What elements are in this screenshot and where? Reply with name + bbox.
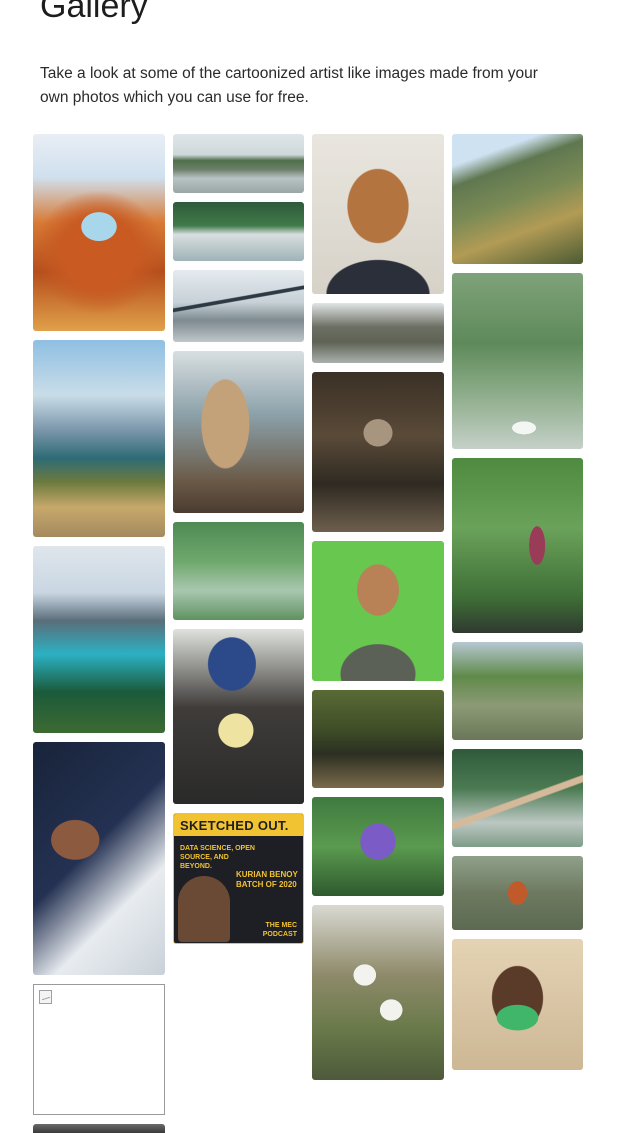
gallery-image-owl[interactable] xyxy=(312,372,444,532)
poster-footer: THE MEC PODCAST xyxy=(262,922,297,938)
gallery-image-arch[interactable] xyxy=(33,134,165,331)
poster-portrait xyxy=(178,876,230,942)
gallery-image-camel[interactable] xyxy=(173,351,304,513)
poster-tagline: DATA SCIENCE, OPEN SOURCE, AND BEYOND. xyxy=(180,845,255,870)
gallery-image-podcast-poster[interactable]: SKETCHED OUT. DATA SCIENCE, OPEN SOURCE,… xyxy=(173,813,304,944)
gallery-image-portrait[interactable] xyxy=(312,134,444,294)
gallery-image-orchid[interactable] xyxy=(312,905,444,1080)
gallery-image-snow-selfie[interactable] xyxy=(33,742,165,975)
gallery-image-certificate[interactable] xyxy=(173,629,304,804)
gallery-column-4 xyxy=(452,134,583,1079)
gallery-image-bridge[interactable] xyxy=(173,270,304,342)
gallery-intro: Take a look at some of the cartoonized a… xyxy=(40,65,538,106)
poster-guest-name: KURIAN BENOY xyxy=(236,870,298,879)
poster-guest: KURIAN BENOY BATCH OF 2020 xyxy=(236,870,303,890)
gallery-image-forest-path[interactable] xyxy=(173,522,304,620)
gallery-image-turquoise-lake[interactable] xyxy=(33,546,165,733)
gallery-image-plants[interactable] xyxy=(452,458,583,633)
gallery-image-flooded-road[interactable] xyxy=(173,202,304,261)
gallery-image-mountain-lake[interactable] xyxy=(33,340,165,537)
broken-image-icon xyxy=(39,990,52,1004)
gallery-column-1 xyxy=(33,134,165,1133)
gallery-image-hills[interactable] xyxy=(452,134,583,264)
gallery-image-building[interactable] xyxy=(312,303,444,363)
gallery-column-3 xyxy=(312,134,444,1089)
page-title: Gallery xyxy=(40,0,148,25)
gallery-image-park-road[interactable] xyxy=(452,749,583,847)
gallery-image-palms[interactable] xyxy=(452,642,583,740)
gallery-image-flooded-street[interactable] xyxy=(173,134,304,193)
gallery-image-paragliding[interactable] xyxy=(452,856,583,930)
gallery-image-fountain[interactable] xyxy=(452,273,583,449)
poster-title: SKETCHED OUT. xyxy=(180,818,289,833)
gallery-image-broken[interactable] xyxy=(33,984,165,1115)
gallery-image-masked-person[interactable] xyxy=(452,939,583,1070)
poster-guest-note: BATCH OF 2020 xyxy=(236,880,297,889)
gallery-image-man-green[interactable] xyxy=(312,541,444,681)
gallery-image-river[interactable] xyxy=(312,690,444,788)
gallery-column-2: SKETCHED OUT. DATA SCIENCE, OPEN SOURCE,… xyxy=(173,134,304,953)
gallery-image-partial[interactable] xyxy=(33,1124,165,1133)
gallery-image-lotus[interactable] xyxy=(312,797,444,896)
